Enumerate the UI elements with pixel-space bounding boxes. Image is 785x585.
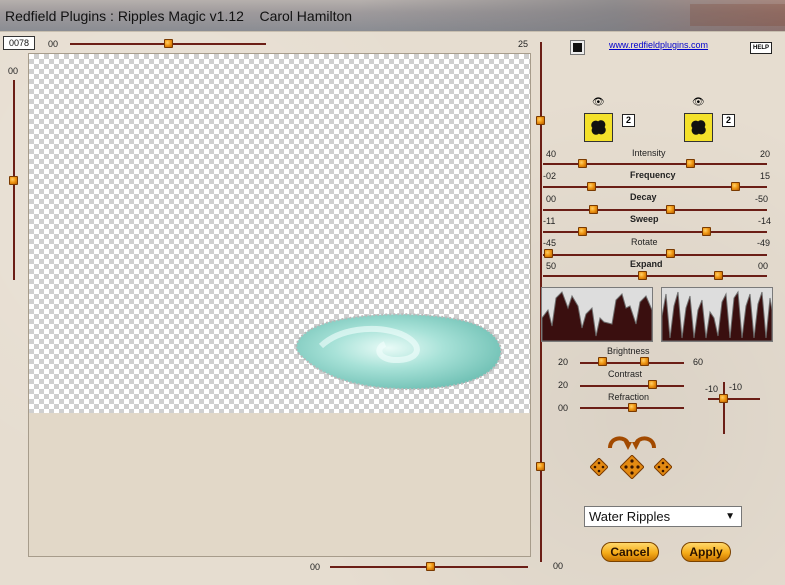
eye-icon[interactable]: 👁 (592, 97, 605, 108)
bottom-slider-label: 00 (310, 562, 321, 572)
rotate-arrows-icon[interactable] (604, 430, 660, 452)
preset-select-value: Water Ripples (589, 509, 671, 524)
brightness-left-thumb[interactable] (598, 357, 607, 366)
brightness-right-thumb[interactable] (640, 357, 649, 366)
param-right-value: -14 (758, 216, 772, 226)
refraction-thumb[interactable] (628, 403, 637, 412)
waveform-left (541, 287, 653, 342)
param-left-value: -02 (543, 171, 557, 181)
mid-vertical-thumb-bottom[interactable] (536, 462, 545, 471)
contrast-track[interactable] (580, 385, 684, 387)
param-right-thumb[interactable] (702, 227, 711, 236)
refraction-label: Refraction (608, 392, 650, 402)
crosshair-x-label: -10 (705, 384, 719, 394)
swirl-preset-left-icon[interactable] (584, 113, 613, 142)
param-name: Sweep (630, 214, 659, 224)
bottom-slider-thumb[interactable] (426, 562, 435, 571)
window-title: Redfield Plugins : Ripples Magic v1.12 C… (5, 8, 353, 24)
window-buttons-area[interactable] (690, 4, 785, 26)
param-right-value: 15 (760, 171, 771, 181)
param-right-value: 00 (758, 261, 769, 271)
dice-large-center-icon[interactable] (619, 454, 645, 480)
bottom-right-label: 00 (553, 561, 564, 571)
param-track[interactable] (543, 254, 767, 256)
param-left-value: 00 (546, 194, 557, 204)
eye-icon[interactable]: 👁 (692, 97, 705, 108)
param-left-thumb[interactable] (544, 249, 553, 258)
preview-canvas-empty-area (28, 413, 531, 557)
brightness-right: 60 (693, 357, 704, 367)
title-bar: Redfield Plugins : Ripples Magic v1.12 C… (0, 0, 785, 31)
param-right-thumb[interactable] (731, 182, 740, 191)
param-left-value: -45 (543, 238, 557, 248)
top-slider-max-label: 25 (518, 39, 529, 49)
param-left-value: -11 (543, 216, 556, 226)
refraction-left: 00 (558, 403, 569, 413)
color-square-icon[interactable] (570, 40, 585, 55)
param-right-value: -50 (755, 194, 769, 204)
preset-right-number[interactable]: 2 (722, 114, 735, 127)
apply-button[interactable]: Apply (681, 542, 731, 562)
brightness-left: 20 (558, 357, 569, 367)
param-right-value: 20 (760, 149, 771, 159)
param-left-thumb[interactable] (589, 205, 598, 214)
param-right-thumb[interactable] (666, 249, 675, 258)
param-right-thumb[interactable] (666, 205, 675, 214)
brightness-track[interactable] (580, 362, 684, 364)
brightness-label: Brightness (607, 346, 650, 356)
param-name: Decay (630, 192, 657, 202)
param-right-thumb[interactable] (714, 271, 723, 280)
param-right-value: -49 (757, 238, 771, 248)
param-name: Expand (630, 259, 663, 269)
param-name: Rotate (631, 237, 658, 247)
cancel-button[interactable]: Cancel (601, 542, 659, 562)
param-left-value: 50 (546, 261, 557, 271)
contrast-label: Contrast (608, 369, 643, 379)
param-left-thumb[interactable] (578, 159, 587, 168)
chevron-down-icon[interactable]: ▼ (725, 507, 735, 526)
preset-select[interactable]: Water Ripples ▼ (584, 506, 742, 527)
dice-small-right-icon[interactable] (653, 457, 673, 477)
help-button[interactable]: HELP (750, 42, 772, 54)
contrast-thumb[interactable] (648, 380, 657, 389)
param-right-thumb[interactable] (686, 159, 695, 168)
dice-small-left-icon[interactable] (589, 457, 609, 477)
waveform-right (661, 287, 773, 342)
crosshair-h-track[interactable] (708, 398, 760, 400)
top-slider-thumb[interactable] (164, 39, 173, 48)
preset-left-number[interactable]: 2 (622, 114, 635, 127)
param-track[interactable] (543, 163, 767, 165)
param-track[interactable] (543, 209, 767, 211)
ripple-preview (295, 313, 502, 391)
mid-vertical-thumb-top[interactable] (536, 116, 545, 125)
crosshair-y-label: -10 (729, 382, 743, 392)
preview-canvas[interactable] (28, 53, 531, 414)
crosshair-thumb[interactable] (719, 394, 728, 403)
contrast-left: 20 (558, 380, 569, 390)
website-link[interactable]: www.redfieldplugins.com (609, 40, 708, 50)
param-left-thumb[interactable] (578, 227, 587, 236)
param-name: Intensity (632, 148, 666, 158)
param-track[interactable] (543, 275, 767, 277)
param-left-value: 40 (546, 149, 557, 159)
param-name: Frequency (630, 170, 676, 180)
param-track[interactable] (543, 231, 767, 233)
left-slider-thumb[interactable] (9, 176, 18, 185)
swirl-preset-right-icon[interactable] (684, 113, 713, 142)
top-slider-min-label: 00 (48, 39, 59, 49)
crosshair-v-track[interactable] (723, 382, 725, 434)
param-left-thumb[interactable] (638, 271, 647, 280)
param-left-thumb[interactable] (587, 182, 596, 191)
frame-number-box[interactable]: 0078 (3, 36, 35, 50)
left-slider-label: 00 (8, 66, 19, 76)
